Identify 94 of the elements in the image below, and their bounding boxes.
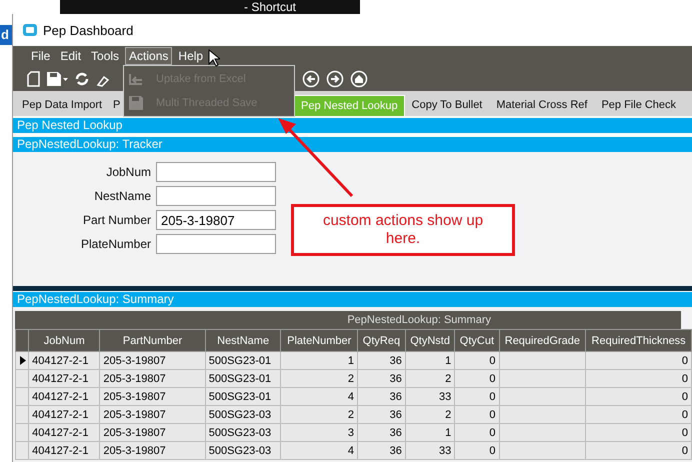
table-cell: 0 (454, 424, 500, 442)
menu-item[interactable]: File (27, 47, 54, 65)
table-cell: 205-3-19807 (100, 388, 206, 406)
column-header[interactable]: PlateNumber (280, 330, 358, 352)
table-cell: 500SG23-03 (205, 424, 281, 442)
table-cell: 205-3-19807 (100, 424, 206, 442)
input-field[interactable] (156, 162, 276, 182)
window-title: Pep Dashboard (43, 22, 134, 38)
table-cell: 36 (357, 388, 406, 406)
field-label: NestName (93, 188, 151, 205)
table-cell: 205-3-19807 (100, 370, 206, 388)
summary-title-bar: PepNestedLookup: Summary (13, 292, 692, 307)
table-cell: 36 (357, 442, 406, 460)
table-cell: 0 (586, 424, 692, 442)
table-cell: 2 (405, 370, 455, 388)
table-cell: 0 (586, 388, 692, 406)
table-cell: 1 (280, 352, 358, 370)
table-cell: 0 (454, 370, 500, 388)
table-cell: 33 (405, 442, 455, 460)
table-cell: 0 (454, 442, 500, 460)
table-cell: 0 (586, 370, 692, 388)
input-field[interactable]: 205-3-19807 (156, 210, 276, 230)
column-header[interactable]: JobNum (28, 330, 100, 352)
table-cell: 500SG23-01 (205, 352, 281, 370)
table-cell: 36 (357, 352, 406, 370)
table-cell: 0 (454, 352, 500, 370)
table-cell: 500SG23-03 (205, 442, 281, 460)
menu-item[interactable]: Help (174, 47, 208, 65)
table-cell: 500SG23-01 (205, 388, 281, 406)
column-header[interactable]: QtyReq (357, 330, 406, 352)
menu-item[interactable]: Edit (56, 47, 86, 65)
row-pointer-icon (18, 356, 26, 365)
table-cell: 0 (586, 406, 692, 424)
table-cell: 4 (280, 388, 358, 406)
table-cell: 1 (405, 424, 455, 442)
column-header[interactable]: QtyCut (454, 330, 500, 352)
column-header[interactable]: RequiredThickness (586, 330, 692, 352)
input-field[interactable] (156, 186, 276, 206)
table-cell: 404127-2-1 (28, 388, 100, 406)
page-title-bar: Pep Nested Lookup (13, 118, 692, 133)
table-cell: 0 (454, 406, 500, 424)
tab[interactable]: Copy To Bullet (404, 94, 490, 116)
table-cell: 500SG23-03 (205, 406, 281, 424)
table-cell: 404127-2-1 (28, 406, 100, 424)
callout-note: custom actions show up here. (291, 204, 515, 256)
column-header[interactable]: RequiredGrade (499, 330, 586, 352)
column-header[interactable]: QtyNstd (405, 330, 455, 352)
home-icon[interactable] (350, 70, 368, 88)
field-label: PlateNumber (80, 236, 151, 253)
tab[interactable]: Material Cross Ref (489, 94, 594, 116)
table-cell: 404127-2-1 (28, 442, 100, 460)
save-icon[interactable] (46, 70, 68, 86)
column-header[interactable]: PartNumber (100, 330, 206, 352)
table-cell: 404127-2-1 (28, 370, 100, 388)
input-field[interactable] (156, 234, 276, 254)
back-icon[interactable] (302, 70, 320, 88)
table-cell: 0 (454, 388, 500, 406)
table-cell: 205-3-19807 (100, 352, 206, 370)
table-cell: 404127-2-1 (28, 352, 100, 370)
table-cell: 500SG23-01 (205, 370, 281, 388)
shortcut-label: - Shortcut (244, 0, 296, 14)
mouse-cursor-icon (208, 49, 220, 67)
table-cell: 3 (280, 424, 358, 442)
save-icon (128, 95, 144, 111)
table-cell: 36 (357, 424, 406, 442)
field-label: Part Number (82, 212, 151, 229)
app-icon (23, 24, 37, 36)
table-cell: 0 (586, 442, 692, 460)
menu-item[interactable]: Actions (125, 47, 172, 65)
table-cell: 205-3-19807 (100, 442, 206, 460)
tab[interactable]: Pep Data Import (15, 94, 109, 116)
new-document-icon[interactable] (27, 70, 40, 86)
table-cell: 2 (405, 406, 455, 424)
menu-item[interactable]: Tools (87, 47, 124, 65)
table-cell: 0 (586, 352, 692, 370)
table-cell: 404127-2-1 (28, 424, 100, 442)
column-header[interactable]: NestName (205, 330, 281, 352)
field-label: JobNum (105, 164, 151, 181)
table-cell: 2 (280, 406, 358, 424)
table-cell: 2 (280, 370, 358, 388)
grid-caption: PepNestedLookup: Summary (15, 311, 681, 329)
tab[interactable]: Pep File Check (594, 94, 684, 116)
table-cell: 33 (405, 388, 455, 406)
arrow-icon (128, 72, 144, 86)
refresh-icon[interactable] (74, 70, 90, 86)
table-cell: 1 (405, 352, 455, 370)
row-selector[interactable] (16, 352, 29, 370)
table-cell: 36 (357, 370, 406, 388)
table-cell: 36 (357, 406, 406, 424)
table-cell: 205-3-19807 (100, 406, 206, 424)
tracker-title-bar: PepNestedLookup: Tracker (13, 137, 692, 152)
desktop-fragment: d (0, 25, 12, 45)
table-cell: 4 (280, 442, 358, 460)
forward-icon[interactable] (326, 70, 344, 88)
